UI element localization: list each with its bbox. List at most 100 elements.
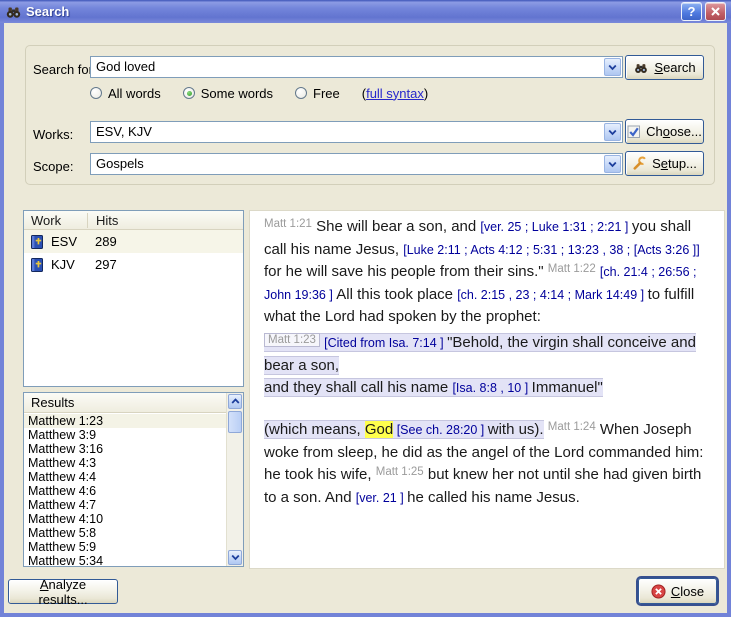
cross-reference-link[interactable]: [Luke 2:11 ; Acts 4:12 ; 5:31 ; 13:23 , …: [403, 243, 699, 257]
syntax-paren-close: ): [424, 86, 428, 101]
works-select-value[interactable]: ESV, KJV: [91, 122, 603, 142]
search-dialog: Search ? Search for: God loved Search Al…: [0, 0, 731, 617]
result-item[interactable]: Matthew 4:3: [24, 456, 226, 470]
verse-number: Matt 1:23: [264, 333, 320, 347]
result-item[interactable]: Matthew 5:9: [24, 540, 226, 554]
close-button-label: Close: [671, 584, 704, 599]
close-button[interactable]: Close: [638, 578, 717, 604]
works-hits-header[interactable]: Work Hits: [24, 211, 243, 230]
book-icon: [29, 257, 45, 273]
verse-paragraph: Matt 1:23 [Cited from Isa. 7:14 ] "Behol…: [264, 332, 710, 399]
window-title: Search: [26, 4, 678, 19]
cross-reference-link[interactable]: [Cited from Isa. 7:14 ]: [324, 336, 447, 350]
scope-select-value[interactable]: Gospels: [91, 154, 603, 174]
chevron-down-icon: [608, 64, 617, 71]
works-rows: ESV289KJV297: [24, 230, 243, 276]
work-row[interactable]: KJV297: [24, 253, 243, 276]
highlighted-quote: Matt 1:23 [Cited from Isa. 7:14 ] "Behol…: [264, 334, 696, 396]
works-dropdown-button[interactable]: [604, 123, 621, 141]
cross-reference-link[interactable]: [Isa. 8:8 , 10 ]: [452, 381, 531, 395]
verse-text: for he will save his people from their s…: [264, 263, 548, 280]
search-dropdown-button[interactable]: [604, 58, 621, 76]
verse-text: Immanuel": [532, 379, 603, 396]
result-item[interactable]: Matthew 5:34: [24, 554, 226, 566]
result-item[interactable]: Matthew 3:9: [24, 428, 226, 442]
window-close-button[interactable]: [705, 2, 726, 21]
verse-paragraph: (which means, God [See ch. 28:20 ] with …: [264, 419, 710, 509]
chevron-up-icon: [231, 398, 240, 405]
cross-reference-link[interactable]: [See ch. 28:20 ]: [393, 423, 488, 437]
chevron-down-icon: [231, 554, 240, 561]
hits-column-header[interactable]: Hits: [88, 213, 118, 228]
cross-reference-link[interactable]: [ver. 21 ]: [356, 491, 407, 505]
close-x-icon: [710, 6, 721, 17]
scrollbar-thumb[interactable]: [228, 411, 242, 433]
result-item[interactable]: Matthew 4:4: [24, 470, 226, 484]
work-row[interactable]: ESV289: [24, 230, 243, 253]
radio-circle: [183, 87, 195, 99]
result-item[interactable]: Matthew 3:16: [24, 442, 226, 456]
titlebar[interactable]: Search ?: [0, 0, 731, 23]
result-item[interactable]: Matthew 1:23: [24, 414, 226, 428]
help-button[interactable]: ?: [681, 2, 702, 21]
word-mode-radio-group: All wordsSome wordsFree (full syntax): [90, 85, 428, 101]
full-syntax-link[interactable]: full syntax: [366, 86, 424, 101]
scroll-up-button[interactable]: [228, 394, 242, 409]
work-name: ESV: [51, 234, 95, 249]
radio-free[interactable]: Free: [295, 86, 340, 101]
search-match: God: [365, 421, 393, 438]
search-input[interactable]: God loved: [90, 56, 623, 78]
scope-select[interactable]: Gospels: [90, 153, 623, 175]
search-button-label: Search: [654, 60, 695, 75]
verse-preview-pane: Matt 1:21 She will bear a son, and [ver.…: [249, 210, 725, 569]
setup-button[interactable]: Setup...: [625, 151, 704, 176]
scroll-down-button[interactable]: [228, 550, 242, 565]
radio-circle: [90, 87, 102, 99]
verse-text: with us).: [488, 421, 544, 438]
close-circle-icon: [651, 584, 666, 599]
work-column-header[interactable]: Work: [24, 213, 88, 228]
verse-text: She will bear a son, and: [312, 218, 480, 235]
setup-button-label: Setup...: [652, 156, 697, 171]
radio-label: Some words: [201, 86, 273, 101]
wrench-icon: [632, 156, 647, 171]
work-hits: 297: [95, 257, 117, 272]
chevron-down-icon: [608, 129, 617, 136]
cross-reference-link[interactable]: [ver. 25 ; Luke 1:31 ; 2:21 ]: [480, 220, 632, 234]
results-panel: Results Matthew 1:23Matthew 3:9Matthew 3…: [23, 392, 244, 567]
search-input-value[interactable]: God loved: [91, 57, 603, 77]
analyze-results-button[interactable]: Analyze results...: [8, 579, 118, 604]
binoculars-icon: [5, 4, 22, 20]
radio-some-words[interactable]: Some words: [183, 86, 273, 101]
verse-number: Matt 1:22: [548, 263, 596, 275]
cross-reference-link[interactable]: [ch. 2:15 , 23 ; 4:14 ; Mark 14:49 ]: [457, 288, 647, 302]
highlighted-quote: (which means, God [See ch. 28:20 ] with …: [264, 421, 544, 438]
scope-dropdown-button[interactable]: [604, 155, 621, 173]
chevron-down-icon: [608, 161, 617, 168]
analyze-results-label: Analyze results...: [15, 577, 111, 607]
result-item[interactable]: Matthew 4:7: [24, 498, 226, 512]
choose-button[interactable]: Choose...: [625, 119, 704, 144]
radio-all-words[interactable]: All words: [90, 86, 161, 101]
radio-circle: [295, 87, 307, 99]
verse-number: Matt 1:24: [548, 421, 596, 433]
search-button[interactable]: Search: [625, 55, 704, 80]
works-hits-panel: Work Hits ESV289KJV297: [23, 210, 244, 387]
results-scrollbar[interactable]: [226, 393, 243, 566]
scope-label: Scope:: [33, 159, 73, 174]
work-hits: 289: [95, 234, 117, 249]
search-for-label: Search for:: [33, 62, 97, 77]
result-item[interactable]: Matthew 4:10: [24, 512, 226, 526]
verse-paragraph: Matt 1:21 She will bear a son, and [ver.…: [264, 216, 710, 328]
checkmark-icon: [627, 125, 641, 139]
result-item[interactable]: Matthew 4:6: [24, 484, 226, 498]
verse-text: All this took place: [336, 286, 457, 303]
results-header: Results: [24, 393, 226, 413]
works-label: Works:: [33, 127, 73, 142]
verse-text: he called his name Jesus.: [407, 489, 580, 506]
dialog-content: Search for: God loved Search All words So…: [4, 23, 727, 613]
radio-label: All words: [108, 86, 161, 101]
works-select[interactable]: ESV, KJV: [90, 121, 623, 143]
results-list: Matthew 1:23Matthew 3:9Matthew 3:16Matth…: [24, 414, 226, 566]
result-item[interactable]: Matthew 5:8: [24, 526, 226, 540]
